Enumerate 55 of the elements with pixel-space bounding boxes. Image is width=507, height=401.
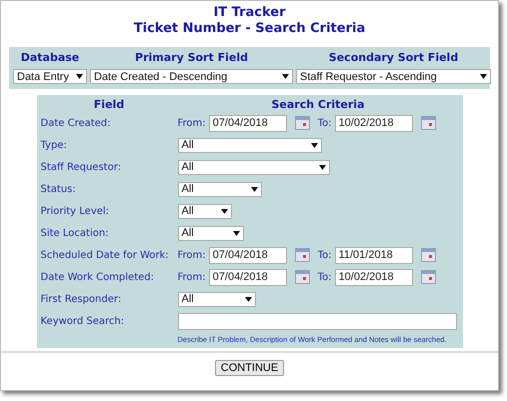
- to-label: To:: [318, 270, 332, 284]
- column-heading: Database: [20, 51, 80, 64]
- caret-icon: [310, 142, 318, 148]
- date-field[interactable]: 07/04/2018: [208, 114, 287, 132]
- caret-icon: [76, 74, 83, 79]
- field-label: Scheduled Date for Work:: [40, 248, 170, 262]
- to-label: To:: [318, 248, 332, 262]
- date-field[interactable]: 07/04/2018: [208, 246, 287, 264]
- date-field[interactable]: 07/04/2018: [208, 268, 287, 286]
- from-label: From:: [178, 270, 206, 284]
- calendar-icon[interactable]: [294, 248, 310, 262]
- date-field[interactable]: 10/02/2018: [334, 268, 413, 286]
- calendar-icon[interactable]: [294, 116, 310, 130]
- page-subtitle: Ticket Number - Search Criteria: [134, 21, 366, 37]
- caret-icon: [318, 164, 326, 170]
- field-label: Staff Requestor:: [40, 160, 122, 174]
- dropdown[interactable]: Date Created - Descending: [90, 69, 293, 84]
- field-label: Date Work Completed:: [40, 270, 155, 284]
- dropdown[interactable]: All: [178, 292, 256, 306]
- to-label: To:: [318, 116, 332, 130]
- column-heading: Search Criteria: [270, 98, 366, 112]
- field-label: Site Location:: [40, 226, 110, 240]
- continue-button[interactable]: CONTINUE: [214, 360, 284, 376]
- calendar-icon[interactable]: [294, 270, 310, 284]
- caret-icon: [232, 230, 240, 236]
- calendar-icon[interactable]: [420, 270, 436, 284]
- dropdown[interactable]: All: [178, 226, 244, 240]
- field-label: First Responder:: [40, 292, 122, 306]
- dropdown[interactable]: All: [178, 160, 330, 174]
- field-label: Type:: [40, 138, 68, 152]
- date-field[interactable]: 10/02/2018: [334, 114, 413, 132]
- dropdown[interactable]: All: [178, 204, 232, 218]
- column-heading: Field: [92, 98, 126, 112]
- caret-icon: [282, 74, 289, 79]
- caret-icon: [244, 296, 252, 302]
- dropdown[interactable]: All: [178, 182, 262, 196]
- keyword-field[interactable]: [178, 312, 456, 330]
- column-heading: Secondary Sort Field: [328, 51, 460, 64]
- calendar-icon[interactable]: [420, 116, 436, 130]
- dropdown[interactable]: Data Entry: [13, 69, 87, 84]
- field-label: Date Created:: [40, 116, 112, 130]
- dropdown[interactable]: All: [178, 138, 322, 152]
- field-label: Priority Level:: [40, 204, 110, 218]
- page-title: IT Tracker: [213, 5, 286, 21]
- caret-icon: [480, 74, 487, 79]
- date-field[interactable]: 11/01/2018: [334, 246, 413, 264]
- from-label: From:: [178, 248, 206, 262]
- dropdown[interactable]: Staff Requestor - Ascending: [296, 69, 491, 84]
- caret-icon: [220, 208, 228, 214]
- field-label: Status:: [40, 182, 77, 196]
- caret-icon: [250, 186, 258, 192]
- calendar-icon[interactable]: [420, 248, 436, 262]
- field-label: Keyword Search:: [40, 314, 126, 328]
- from-label: From:: [178, 116, 206, 130]
- column-heading: Primary Sort Field: [134, 51, 249, 64]
